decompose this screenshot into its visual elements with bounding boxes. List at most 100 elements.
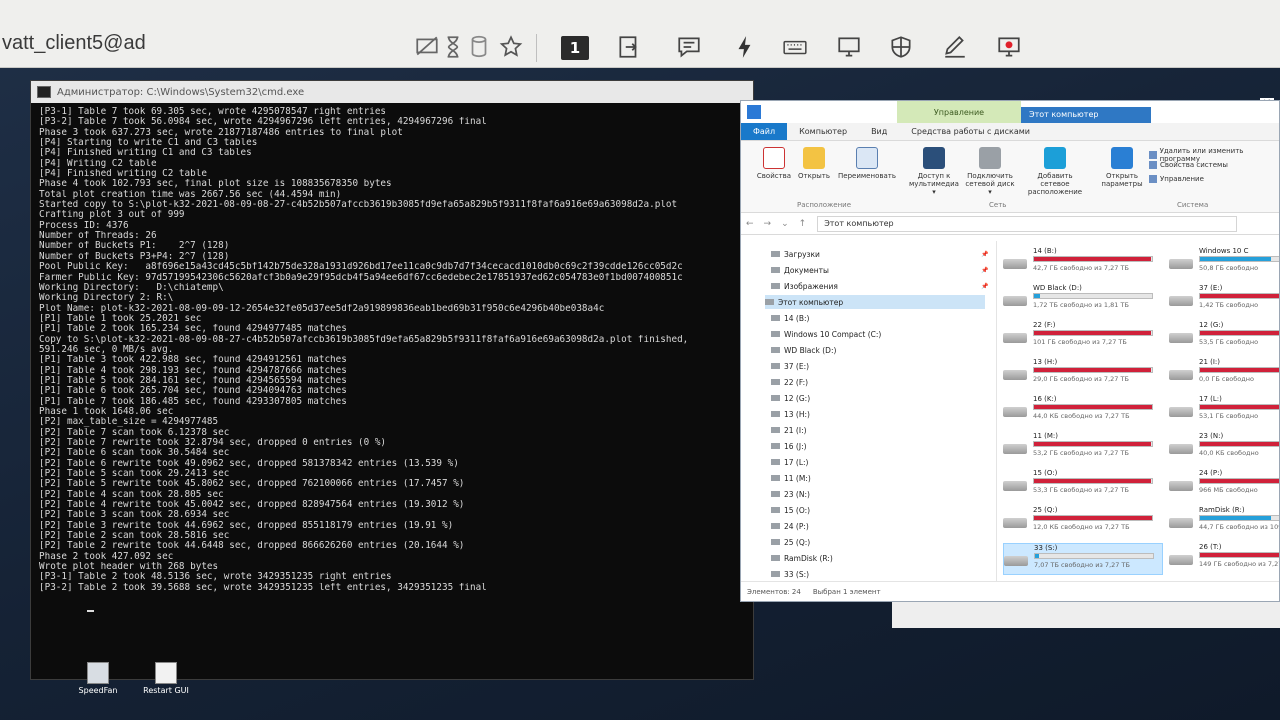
nav-item[interactable]: 17 (L:)	[771, 455, 991, 469]
hard-drive-icon	[1169, 296, 1193, 306]
drive-tile[interactable]: 15 (O:) 53,3 ГБ свободно из 7,27 ТБ	[1003, 469, 1163, 501]
nav-item-label: 17 (L:)	[784, 457, 809, 467]
manage-button[interactable]: Управление	[1149, 175, 1204, 183]
nav-item-label: Windows 10 Compact (C:)	[784, 329, 882, 339]
pin-icon[interactable]: 📌	[981, 267, 988, 274]
drive-usage-bar	[1033, 330, 1153, 336]
chat-icon[interactable]	[674, 32, 704, 62]
system-properties-button[interactable]: Свойства системы	[1149, 161, 1228, 169]
nav-item[interactable]: RamDisk (R:)	[771, 551, 991, 565]
console-line: [P4] Finished writing C2 table	[39, 169, 207, 180]
open-button[interactable]: Открыть	[787, 147, 841, 180]
nav-item[interactable]: 37 (E:)	[771, 359, 991, 373]
tab-computer[interactable]: Компьютер	[787, 123, 859, 140]
manage-icon	[1149, 175, 1157, 183]
drive-name: 15 (O:)	[1033, 469, 1058, 477]
console-titlebar[interactable]: Администратор: C:\Windows\System32\cmd.e…	[31, 81, 753, 103]
back-icon[interactable]: ←	[746, 219, 754, 229]
drive-tile[interactable]: RamDisk (R:) 44,7 ГБ свободно из 109	[1169, 506, 1279, 538]
drive-usage-bar	[1033, 293, 1153, 299]
open-settings-button[interactable]: Открыть параметры	[1095, 147, 1149, 188]
drive-tile[interactable]: 16 (K:) 44,0 КБ свободно из 7,27 ТБ	[1003, 395, 1163, 427]
up-icon[interactable]: ↑	[799, 219, 807, 229]
lightning-icon[interactable]	[730, 32, 760, 62]
drive-tile[interactable]: 17 (L:) 53,1 ГБ свободно	[1169, 395, 1279, 427]
pen-icon[interactable]	[940, 32, 970, 62]
drive-tile[interactable]: 21 (I:) 0,0 ГБ свободно	[1169, 358, 1279, 390]
nav-item[interactable]: 25 (Q:)	[771, 535, 991, 549]
hard-drive-icon	[1169, 555, 1193, 565]
nav-item[interactable]: 33 (S:)	[771, 567, 991, 581]
monitor-icon[interactable]	[834, 32, 864, 62]
rename-button[interactable]: Переименовать	[835, 147, 899, 180]
drive-tile[interactable]: 24 (P:) 966 МБ свободно	[1169, 469, 1279, 501]
tab-file[interactable]: Файл	[741, 123, 788, 140]
drive-tile[interactable]: 37 (E:) 1,42 ТБ свободно	[1169, 284, 1279, 316]
tab-view[interactable]: Вид	[859, 123, 899, 140]
pin-icon[interactable]: 📌	[981, 251, 988, 258]
drive-name: 16 (K:)	[1033, 395, 1057, 403]
map-network-drive-button[interactable]: Подключить сетевой диск ▾	[963, 147, 1017, 196]
drive-tile[interactable]: 25 (Q:) 12,0 КБ свободно из 7,27 ТБ	[1003, 506, 1163, 538]
drive-tile[interactable]: Windows 10 C 50,8 ГБ свободно	[1169, 247, 1279, 279]
restart-gui-icon	[155, 662, 177, 684]
address-path[interactable]: Этот компьютер	[817, 215, 1238, 232]
send-file-icon[interactable]	[614, 32, 644, 62]
nav-item[interactable]: 13 (H:)	[771, 407, 991, 421]
drive-name: 37 (E:)	[1199, 284, 1223, 292]
hard-drive-icon	[1003, 333, 1027, 343]
tab-disk-tools[interactable]: Средства работы с дисками	[899, 123, 1042, 140]
quick-access-icon[interactable]	[747, 105, 761, 119]
drive-tile[interactable]: 33 (S:) 7,07 ТБ свободно из 7,27 ТБ	[1003, 543, 1163, 575]
nav-item[interactable]: 15 (O:)	[771, 503, 991, 517]
drive-tile[interactable]: 14 (B:) 42,7 ГБ свободно из 7,27 ТБ	[1003, 247, 1163, 279]
drive-name: 24 (P:)	[1199, 469, 1223, 477]
drive-tile[interactable]: 22 (F:) 101 ГБ свободно из 7,27 ТБ	[1003, 321, 1163, 353]
nav-item[interactable]: 24 (P:)	[771, 519, 991, 533]
media-access-button[interactable]: Доступ к мультимедиа ▾	[907, 147, 961, 196]
desktop-icon-restart-gui[interactable]: Restart GUI	[142, 662, 190, 695]
drive-tile[interactable]: 12 (G:) 53,5 ГБ свободно	[1169, 321, 1279, 353]
drive-icon	[771, 315, 780, 321]
nav-item[interactable]: 12 (G:)	[771, 391, 991, 405]
drive-tile[interactable]: WD Black (D:) 1,72 ТБ свободно из 1,81 ТБ	[1003, 284, 1163, 316]
nav-item[interactable]: 23 (N:)	[771, 487, 991, 501]
nav-item[interactable]: 22 (F:)	[771, 375, 991, 389]
add-network-location-button[interactable]: Добавить сетевое расположение	[1023, 147, 1087, 196]
nav-item[interactable]: Этот компьютер	[765, 295, 985, 309]
drive-tile[interactable]: 13 (H:) 29,0 ГБ свободно из 7,27 ТБ	[1003, 358, 1163, 390]
drive-free-space: 1,72 ТБ свободно из 1,81 ТБ	[1033, 301, 1129, 309]
shield-icon[interactable]	[886, 32, 916, 62]
star-icon[interactable]	[496, 32, 526, 62]
console-line: [P3-1] Table 7 took 69.305 sec, wrote 42…	[39, 107, 387, 117]
drive-tile[interactable]: 26 (T:) 149 ГБ свободно из 7,27	[1169, 543, 1279, 575]
nav-item[interactable]: Документы 📌	[771, 263, 991, 277]
drive-usage-bar	[1199, 256, 1279, 262]
nav-item[interactable]: Загрузки 📌	[771, 247, 991, 261]
console-line: Crafting plot 3 out of 999	[39, 210, 185, 221]
explorer-titlebar[interactable]: Управление Этот компьютер	[741, 101, 1279, 123]
nav-item[interactable]: 16 (J:)	[771, 439, 991, 453]
drive-usage-bar	[1033, 404, 1153, 410]
nav-item[interactable]: Windows 10 Compact (C:)	[771, 327, 991, 341]
monitor-select-button[interactable]: 1	[561, 36, 589, 60]
drive-tile[interactable]: 11 (M:) 53,2 ГБ свободно из 7,27 ТБ	[1003, 432, 1163, 464]
desktop-icon-speedfan[interactable]: SpeedFan	[74, 662, 122, 695]
nav-item[interactable]: WD Black (D:)	[771, 343, 991, 357]
chevron-down-icon[interactable]: ⌄	[781, 219, 789, 229]
nav-item[interactable]: 11 (M:)	[771, 471, 991, 485]
manage-tab-header[interactable]: Управление	[897, 101, 1021, 123]
nav-item[interactable]: 14 (B:)	[771, 311, 991, 325]
record-icon[interactable]	[994, 32, 1024, 62]
media-server-icon	[923, 147, 945, 169]
forward-icon[interactable]: →	[764, 219, 772, 229]
console-line: [P2] max_table_size = 4294977485	[39, 417, 219, 428]
drive-usage-fill	[1034, 331, 1151, 335]
keyboard-icon[interactable]	[780, 32, 810, 62]
nav-item[interactable]: 21 (I:)	[771, 423, 991, 437]
database-icon[interactable]	[464, 32, 494, 62]
nav-item[interactable]: Изображения 📌	[771, 279, 991, 293]
pin-icon[interactable]: 📌	[981, 283, 988, 290]
drive-icon	[771, 363, 780, 369]
drive-tile[interactable]: 23 (N:) 40,0 КБ свободно	[1169, 432, 1279, 464]
